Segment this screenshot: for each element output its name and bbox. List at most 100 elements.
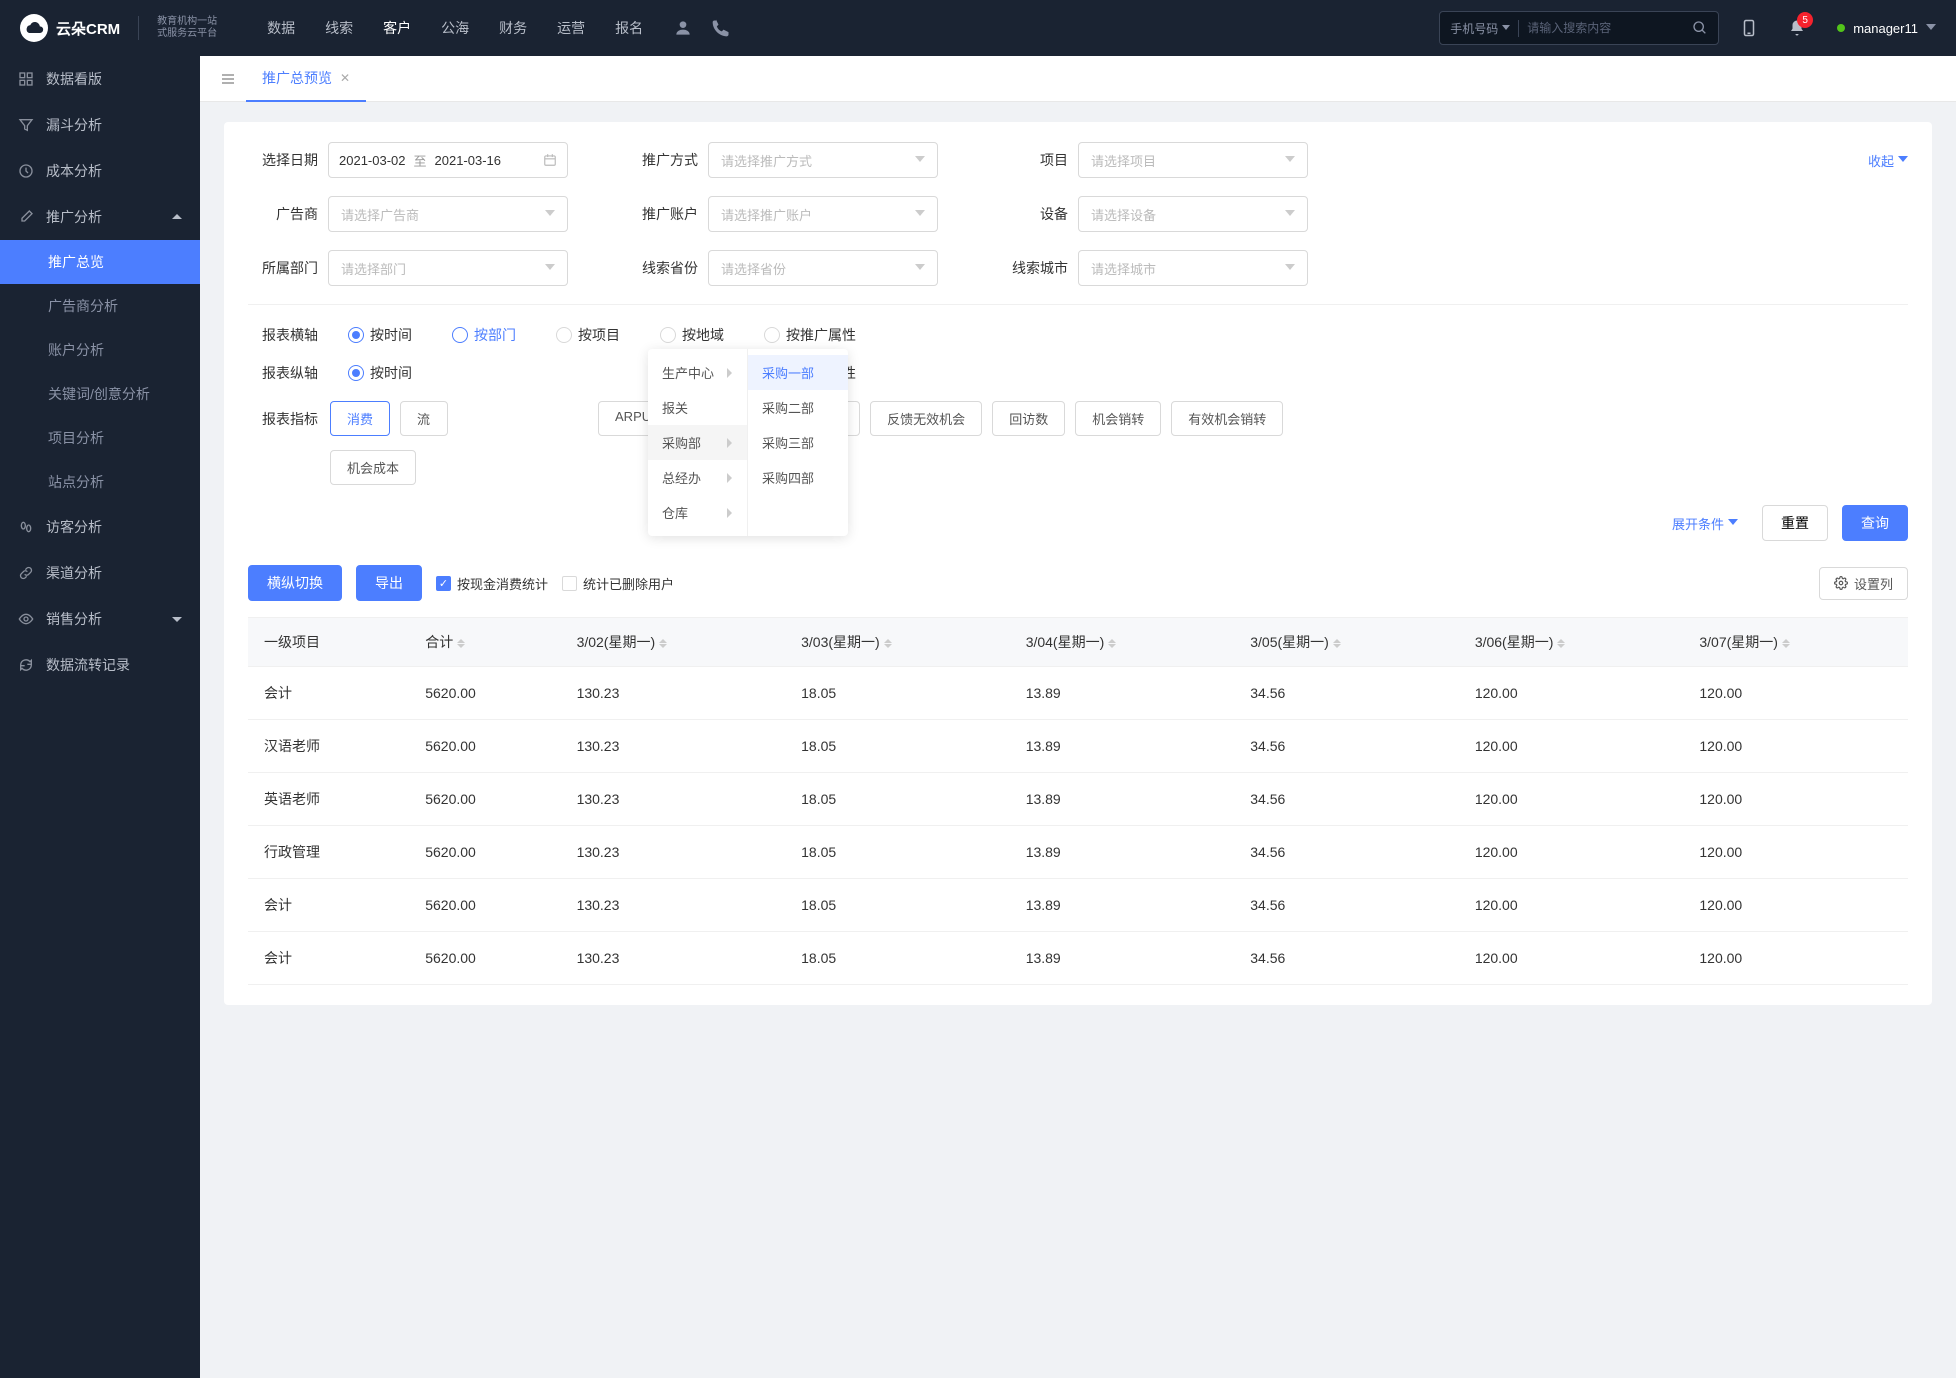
export-button[interactable]: 导出 bbox=[356, 565, 422, 601]
bell-icon[interactable]: 5 bbox=[1779, 10, 1815, 46]
sidebar-item-sales[interactable]: 销售分析 bbox=[0, 596, 200, 642]
cascade-item[interactable]: 仓库 bbox=[648, 495, 747, 530]
global-search[interactable]: 手机号码 bbox=[1439, 11, 1719, 45]
nav-pool[interactable]: 公海 bbox=[441, 18, 469, 38]
metric-tag[interactable]: 有效机会销转 bbox=[1171, 401, 1283, 436]
sidebar: 数据看版 漏斗分析 成本分析 推广分析 推广总览 广告商分析 账户分析 关键词/… bbox=[0, 56, 200, 1378]
date-sep: 至 bbox=[414, 151, 427, 170]
select-city[interactable]: 请选择城市 bbox=[1078, 250, 1308, 286]
table-header-cell[interactable]: 3/07(星期一) bbox=[1683, 618, 1908, 667]
logo[interactable]: 云朵CRM 教育机构一站 式服务云平台 bbox=[20, 14, 217, 42]
table-header-cell[interactable]: 3/05(星期一) bbox=[1234, 618, 1459, 667]
data-table: 一级项目合计3/02(星期一)3/03(星期一)3/04(星期一)3/05(星期… bbox=[248, 618, 1908, 985]
metric-tag[interactable]: 消费 bbox=[330, 401, 390, 436]
radio-horiz-project[interactable]: 按项目 bbox=[556, 325, 620, 345]
data-table-wrapper[interactable]: 一级项目合计3/02(星期一)3/03(星期一)3/04(星期一)3/05(星期… bbox=[248, 617, 1908, 985]
sort-icon[interactable] bbox=[659, 639, 667, 648]
sidebar-item-cost[interactable]: 成本分析 bbox=[0, 148, 200, 194]
sort-icon[interactable] bbox=[457, 639, 465, 648]
sidebar-item-funnel[interactable]: 漏斗分析 bbox=[0, 102, 200, 148]
sidebar-item-dashboard[interactable]: 数据看版 bbox=[0, 56, 200, 102]
metric-tag[interactable]: 回访数 bbox=[992, 401, 1065, 436]
table-header-cell[interactable]: 一级项目 bbox=[248, 618, 409, 667]
radio-horiz-time[interactable]: 按时间 bbox=[348, 325, 412, 345]
nav-signup[interactable]: 报名 bbox=[615, 18, 643, 38]
submenu-account[interactable]: 账户分析 bbox=[0, 328, 200, 372]
select-device[interactable]: 请选择设备 bbox=[1078, 196, 1308, 232]
tab-close-icon[interactable]: ✕ bbox=[340, 71, 350, 85]
user-icon[interactable] bbox=[673, 18, 693, 38]
select-province[interactable]: 请选择省份 bbox=[708, 250, 938, 286]
nav-ops[interactable]: 运营 bbox=[557, 18, 585, 38]
cascade-item[interactable]: 采购一部 bbox=[748, 355, 848, 390]
table-header-cell[interactable]: 3/06(星期一) bbox=[1459, 618, 1684, 667]
radio-vert-time[interactable]: 按时间 bbox=[348, 363, 412, 383]
submenu-site[interactable]: 站点分析 bbox=[0, 460, 200, 504]
metric-tag[interactable]: 机会销转 bbox=[1075, 401, 1161, 436]
nav-customer[interactable]: 客户 bbox=[383, 18, 411, 38]
select-promo-method[interactable]: 请选择推广方式 bbox=[708, 142, 938, 178]
submenu-project[interactable]: 项目分析 bbox=[0, 416, 200, 460]
table-cell: 34.56 bbox=[1234, 826, 1459, 879]
sidebar-item-channel[interactable]: 渠道分析 bbox=[0, 550, 200, 596]
sort-icon[interactable] bbox=[1782, 639, 1790, 648]
radio-horiz-dept[interactable]: 按部门 bbox=[452, 325, 516, 345]
chevron-down-icon bbox=[1285, 210, 1295, 218]
table-cell: 120.00 bbox=[1459, 720, 1684, 773]
cascade-item[interactable]: 采购四部 bbox=[748, 460, 848, 495]
cascade-item[interactable]: 采购三部 bbox=[748, 425, 848, 460]
table-cell: 行政管理 bbox=[248, 826, 409, 879]
select-advertiser[interactable]: 请选择广告商 bbox=[328, 196, 568, 232]
table-header-cell[interactable]: 3/02(星期一) bbox=[561, 618, 786, 667]
cascade-item[interactable]: 采购二部 bbox=[748, 390, 848, 425]
table-header-cell[interactable]: 3/04(星期一) bbox=[1010, 618, 1235, 667]
sort-icon[interactable] bbox=[1557, 639, 1565, 648]
metric-tag[interactable]: 机会成本 bbox=[330, 450, 416, 485]
sort-icon[interactable] bbox=[1108, 639, 1116, 648]
submenu-keyword[interactable]: 关键词/创意分析 bbox=[0, 372, 200, 416]
reset-button[interactable]: 重置 bbox=[1762, 505, 1828, 541]
table-cell: 5620.00 bbox=[409, 667, 560, 720]
checkbox-deleted-users[interactable]: 统计已删除用户 bbox=[562, 574, 674, 593]
select-account[interactable]: 请选择推广账户 bbox=[708, 196, 938, 232]
metric-tag[interactable]: 流 bbox=[400, 401, 448, 436]
tab-promo-overview[interactable]: 推广总预览 ✕ bbox=[246, 56, 366, 102]
nav-data[interactable]: 数据 bbox=[267, 18, 295, 38]
user-menu[interactable]: manager11 bbox=[1837, 21, 1936, 36]
sort-icon[interactable] bbox=[1333, 639, 1341, 648]
submenu-promo-overview[interactable]: 推广总览 bbox=[0, 240, 200, 284]
metric-tag[interactable]: 反馈无效机会 bbox=[870, 401, 982, 436]
table-header-cell[interactable]: 3/03(星期一) bbox=[785, 618, 1010, 667]
query-button[interactable]: 查询 bbox=[1842, 505, 1908, 541]
switch-axes-button[interactable]: 横纵切换 bbox=[248, 565, 342, 601]
chevron-down-icon bbox=[915, 264, 925, 272]
cascade-item[interactable]: 报关 bbox=[648, 390, 747, 425]
expand-conditions-link[interactable]: 展开条件 bbox=[1672, 514, 1738, 533]
submenu-advertiser[interactable]: 广告商分析 bbox=[0, 284, 200, 328]
table-header-cell[interactable]: 合计 bbox=[409, 618, 560, 667]
radio-horiz-region[interactable]: 按地域 bbox=[660, 325, 724, 345]
cascade-item[interactable]: 生产中心 bbox=[648, 355, 747, 390]
nav-lead[interactable]: 线索 bbox=[325, 18, 353, 38]
select-project[interactable]: 请选择项目 bbox=[1078, 142, 1308, 178]
config-columns-button[interactable]: 设置列 bbox=[1819, 567, 1908, 600]
sidebar-item-promo[interactable]: 推广分析 bbox=[0, 194, 200, 240]
table-cell: 120.00 bbox=[1459, 667, 1684, 720]
sidebar-item-dataflow[interactable]: 数据流转记录 bbox=[0, 642, 200, 688]
select-dept[interactable]: 请选择部门 bbox=[328, 250, 568, 286]
search-type-select[interactable]: 手机号码 bbox=[1450, 20, 1519, 37]
search-icon[interactable] bbox=[1692, 20, 1708, 36]
mobile-icon[interactable] bbox=[1731, 10, 1767, 46]
phone-icon[interactable] bbox=[711, 18, 731, 38]
cascade-item[interactable]: 采购部 bbox=[648, 425, 747, 460]
sidebar-item-visitor[interactable]: 访客分析 bbox=[0, 504, 200, 550]
collapse-filters-link[interactable]: 收起 bbox=[1868, 151, 1908, 170]
nav-finance[interactable]: 财务 bbox=[499, 18, 527, 38]
radio-horiz-promo[interactable]: 按推广属性 bbox=[764, 325, 856, 345]
sort-icon[interactable] bbox=[884, 639, 892, 648]
search-input[interactable] bbox=[1527, 21, 1692, 35]
cascade-item[interactable]: 总经办 bbox=[648, 460, 747, 495]
checkbox-cash-stats[interactable]: 按现金消费统计 bbox=[436, 574, 548, 593]
date-range-picker[interactable]: 2021-03-02 至 2021-03-16 bbox=[328, 142, 568, 178]
sidebar-toggle[interactable] bbox=[210, 71, 246, 87]
